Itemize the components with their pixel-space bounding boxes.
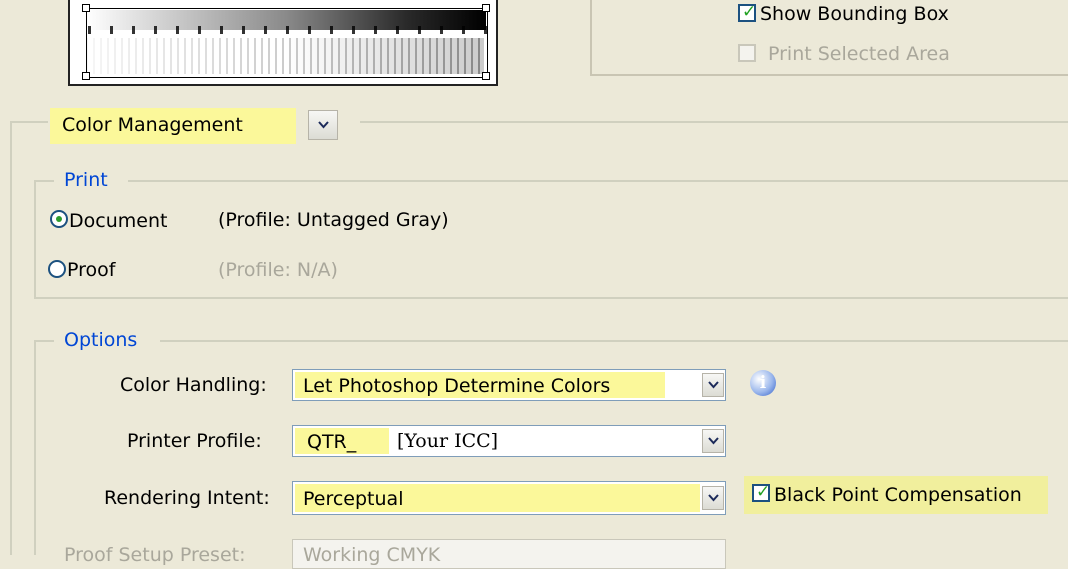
proof-label[interactable]: Proof (67, 259, 115, 281)
printer-profile-value[interactable]: QTR_ (307, 430, 356, 454)
group-border-top-right (360, 121, 1068, 123)
color-handling-value[interactable]: Let Photoshop Determine Colors (303, 374, 610, 398)
section-select-button[interactable] (306, 110, 338, 140)
chevron-down-icon[interactable] (702, 373, 724, 397)
group-border-top-left (10, 121, 48, 123)
proof-setup-preset-label: Proof Setup Preset: (64, 544, 246, 566)
checkbox[interactable]: ✓ (752, 482, 771, 502)
options-group-border (160, 340, 1068, 342)
print-selected-area-checkbox (738, 44, 756, 66)
color-handling-select[interactable]: Let Photoshop Determine Colors (292, 369, 726, 401)
radio-button[interactable] (48, 260, 66, 278)
document-label[interactable]: Document (69, 210, 167, 232)
chevron-down-icon[interactable] (702, 429, 724, 453)
radio-button[interactable] (50, 210, 68, 228)
print-group-border (34, 180, 36, 298)
proof-setup-preset-value: Working CMYK (303, 544, 441, 566)
chevron-down-icon[interactable] (702, 486, 724, 510)
print-group-border (34, 180, 54, 182)
printer-profile-note: [Your ICC] (397, 430, 499, 452)
radio-dot (56, 216, 62, 222)
show-bounding-box-label[interactable]: Show Bounding Box (760, 3, 949, 25)
check-icon: ✓ (742, 2, 757, 22)
print-group-border (34, 297, 1068, 299)
bbox-handle-top-right[interactable] (482, 4, 490, 12)
checkbox (738, 44, 756, 62)
printer-profile-label: Printer Profile: (127, 430, 262, 452)
info-icon[interactable]: i (750, 370, 776, 396)
document-profile: (Profile: Untagged Gray) (218, 209, 449, 231)
print-selected-area-label: Print Selected Area (768, 43, 950, 65)
check-icon: ✓ (756, 482, 771, 502)
rendering-intent-select[interactable]: Perceptual (292, 481, 726, 515)
bbox-handle-bottom-right[interactable] (482, 72, 490, 80)
bounding-box[interactable] (86, 8, 488, 78)
print-group-title: Print (64, 169, 108, 191)
section-select-value[interactable]: Color Management (62, 114, 243, 136)
show-bounding-box-checkbox[interactable]: ✓ (738, 2, 757, 26)
color-handling-label: Color Handling: (120, 374, 267, 396)
print-group-border (128, 180, 1068, 182)
bbox-handle-top-left[interactable] (82, 4, 90, 12)
group-border-left (10, 121, 12, 555)
black-point-compensation-label[interactable]: Black Point Compensation (774, 484, 1022, 506)
rendering-intent-value[interactable]: Perceptual (303, 487, 403, 511)
bbox-handle-bottom-left[interactable] (82, 72, 90, 80)
checkbox[interactable]: ✓ (738, 2, 757, 22)
document-radio[interactable] (50, 210, 68, 232)
print-preview-thumbnail (68, 0, 498, 86)
chevron-down-icon[interactable] (308, 110, 338, 140)
printer-profile-select[interactable]: QTR_ [Your ICC] (292, 425, 726, 457)
black-point-compensation-checkbox[interactable]: ✓ (752, 482, 771, 506)
options-group-title: Options (64, 329, 138, 351)
options-group-border (34, 340, 54, 342)
proof-radio[interactable] (48, 260, 66, 282)
rendering-intent-label: Rendering Intent: (104, 487, 270, 509)
proof-setup-preset-select: Working CMYK (292, 539, 726, 569)
proof-profile: (Profile: N/A) (218, 259, 338, 281)
options-group-border (34, 340, 36, 555)
